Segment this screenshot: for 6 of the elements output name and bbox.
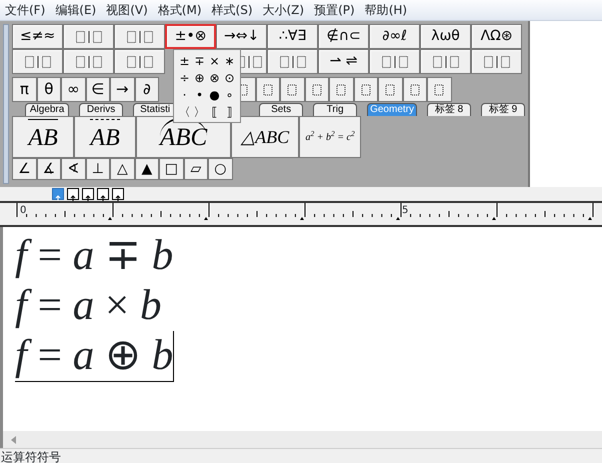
status-text: 运算符符号 bbox=[0, 450, 61, 463]
ruler-label: 5 bbox=[402, 204, 408, 218]
equation: f = a ⊕ b bbox=[15, 331, 174, 382]
ruler-label: 0 bbox=[20, 204, 26, 218]
equation: f = a ∓ b bbox=[15, 231, 174, 281]
equation: f = a × b bbox=[15, 281, 162, 331]
